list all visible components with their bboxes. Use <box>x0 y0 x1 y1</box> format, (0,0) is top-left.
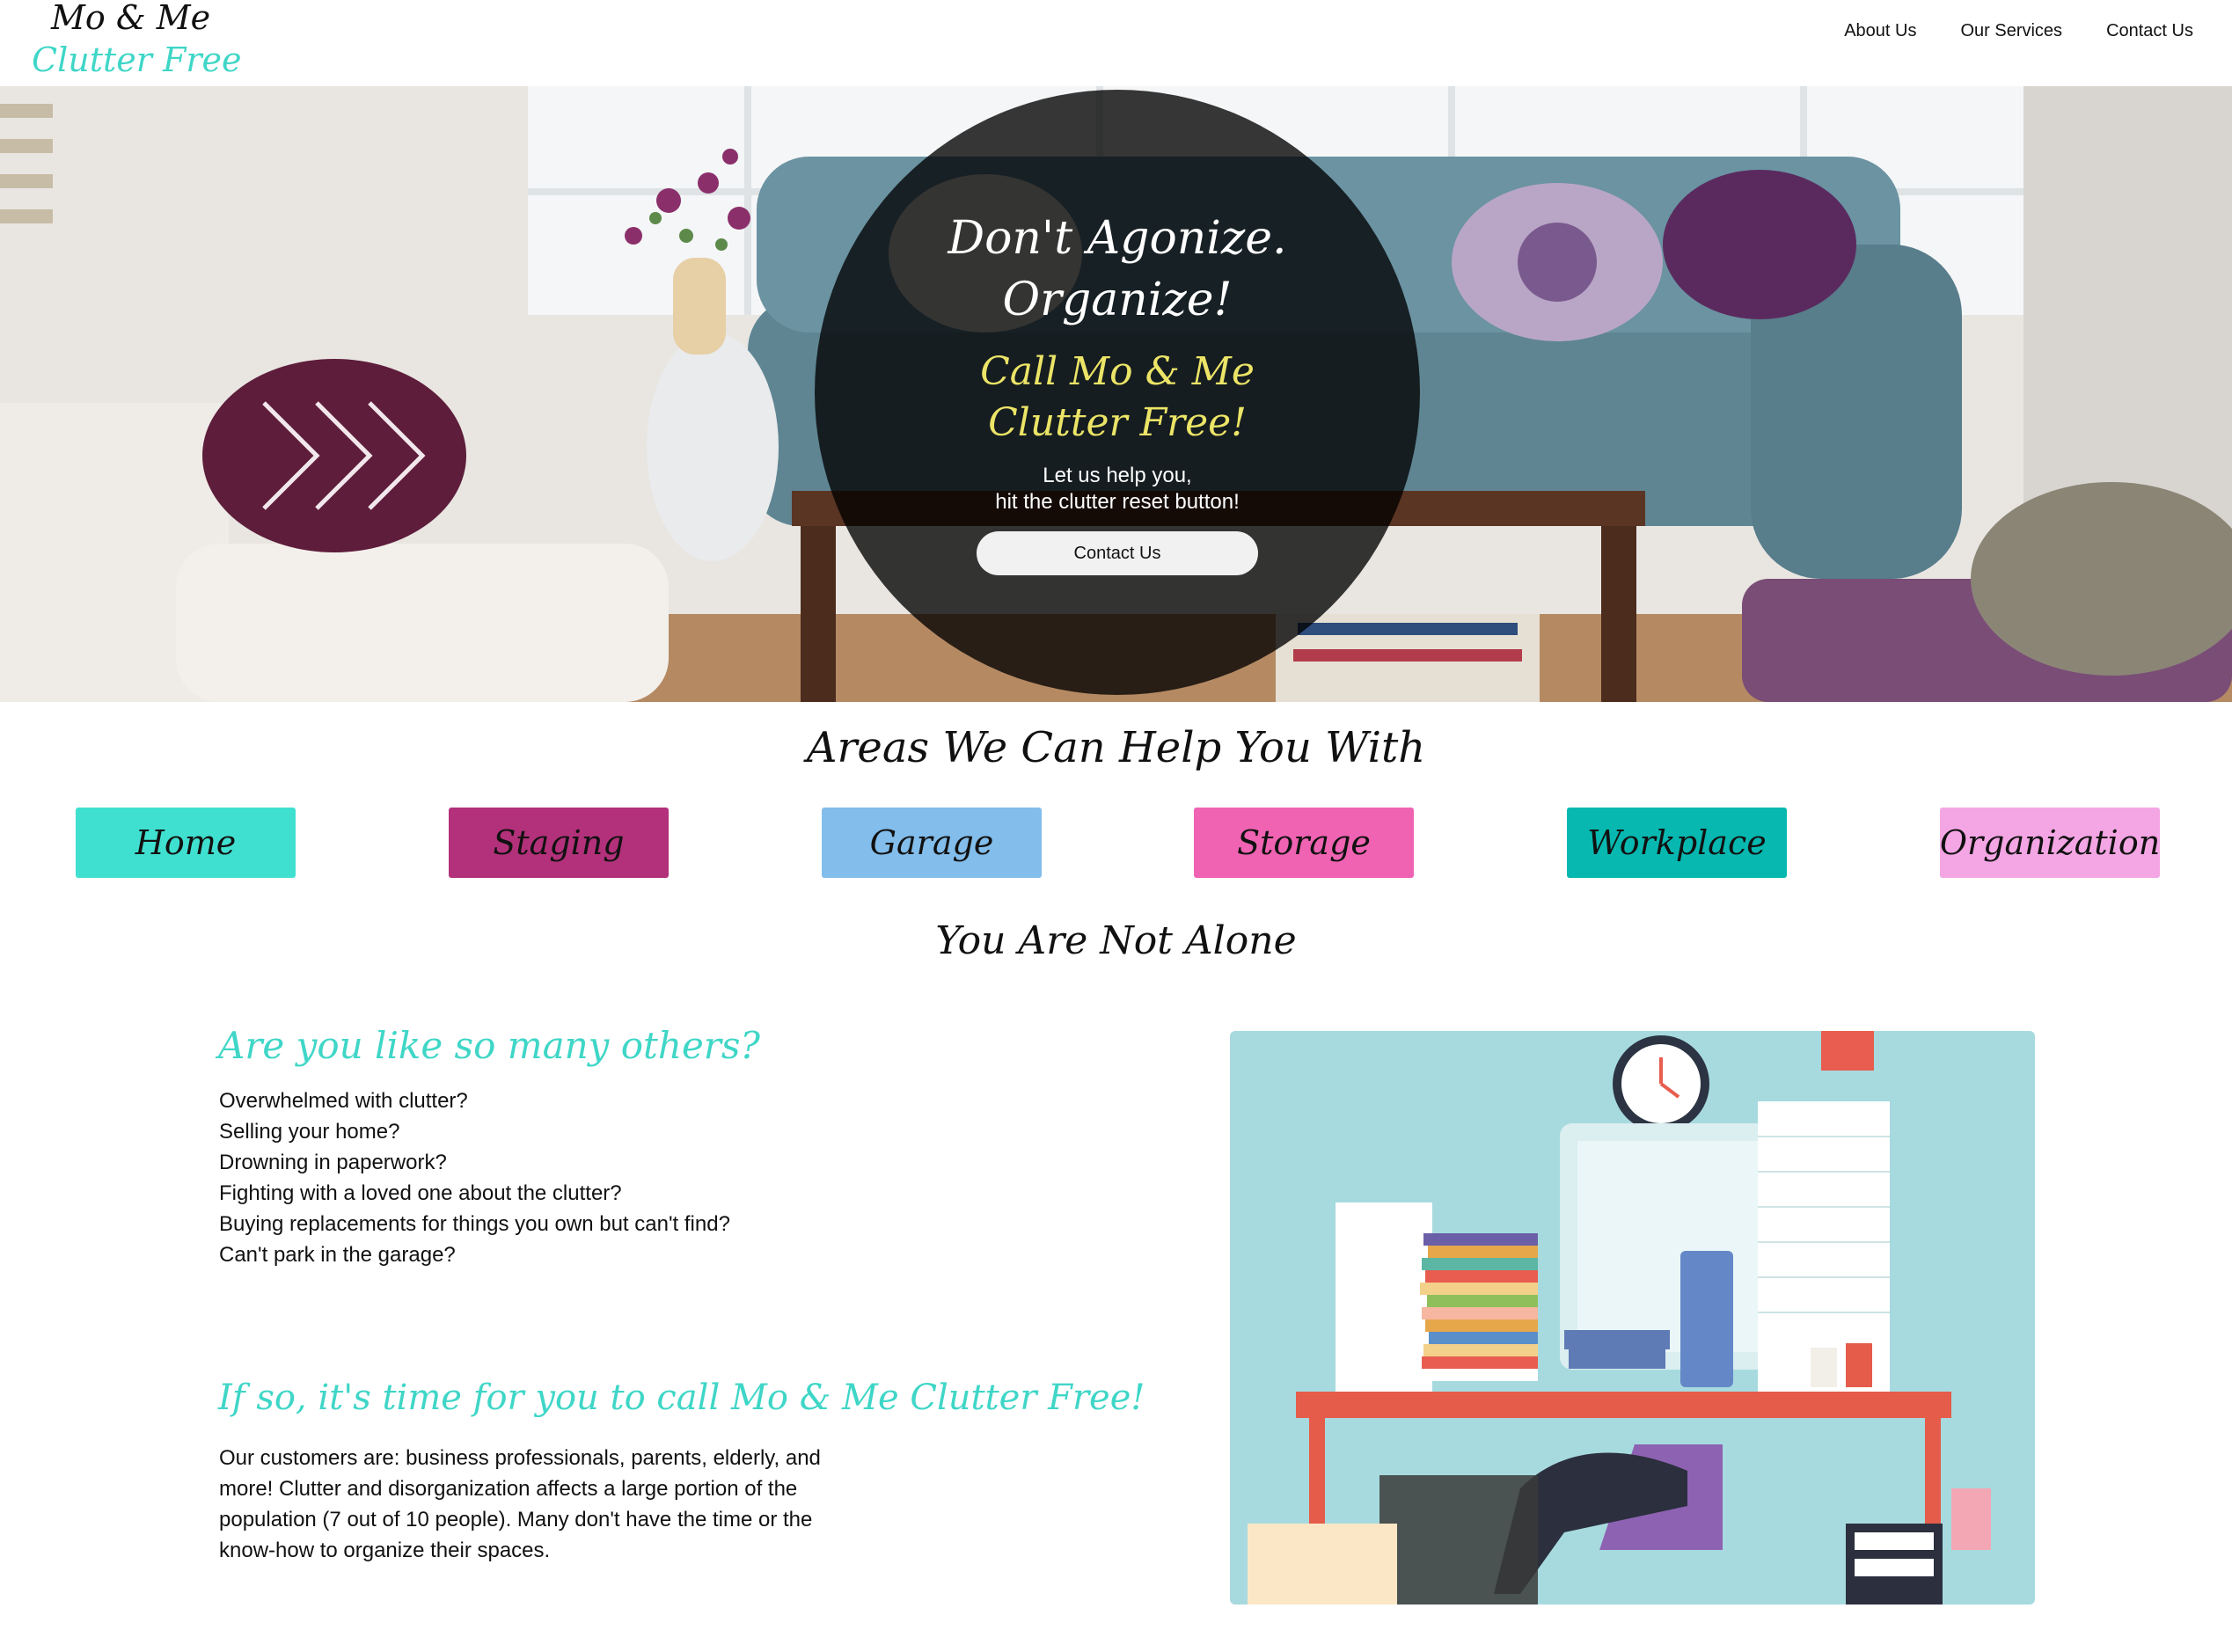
logo-line1[interactable]: Mo & Me <box>51 0 210 37</box>
question-item: Can't park in the garage? <box>219 1243 456 1267</box>
area-button-storage[interactable]: Storage <box>1194 808 1414 878</box>
hero-banner: Don't Agonize. Organize! Call Mo & Me Cl… <box>0 86 2232 702</box>
question-item: Drowning in paperwork? <box>219 1151 447 1174</box>
hero-title-line1: Don't Agonize. <box>948 212 1287 265</box>
nav-our-services[interactable]: Our Services <box>1960 21 2062 41</box>
cluttered-desk-illustration <box>1230 1031 2035 1604</box>
questions-heading: Are you like so many others? <box>218 1024 760 1067</box>
area-button-organization[interactable]: Organization <box>1940 808 2160 878</box>
question-item: Fighting with a loved one about the clut… <box>219 1181 622 1205</box>
areas-title: Areas We Can Help You With <box>806 723 1426 772</box>
cta-heading: If so, it's time for you to call Mo & Me… <box>218 1378 1145 1418</box>
site-header: Mo & Me Clutter Free About Us Our Servic… <box>0 0 2232 86</box>
main-nav: About Us Our Services Contact Us <box>1844 21 2193 41</box>
area-button-garage[interactable]: Garage <box>822 808 1042 878</box>
not-alone-title: You Are Not Alone <box>935 918 1297 963</box>
hero-call-line1: Call Mo & Me <box>980 349 1255 394</box>
question-item: Buying replacements for things you own b… <box>219 1212 730 1236</box>
area-button-workplace[interactable]: Workplace <box>1567 808 1787 878</box>
question-item: Overwhelmed with clutter? <box>219 1089 468 1113</box>
question-item: Selling your home? <box>219 1120 400 1144</box>
hero-subtitle-line2: hit the clutter reset button! <box>995 490 1240 514</box>
area-button-home[interactable]: Home <box>76 808 296 878</box>
questions-list: Overwhelmed with clutter? Selling your h… <box>219 1085 730 1270</box>
hero-title-line2: Organize! <box>1002 274 1233 326</box>
hero-contact-button[interactable]: Contact Us <box>977 531 1258 575</box>
area-button-staging[interactable]: Staging <box>449 808 669 878</box>
nav-about-us[interactable]: About Us <box>1844 21 1916 41</box>
nav-contact-us[interactable]: Contact Us <box>2106 21 2193 41</box>
hero-call-line2: Clutter Free! <box>988 400 1247 445</box>
hero-subtitle-line1: Let us help you, <box>1043 464 1192 487</box>
logo-line2[interactable]: Clutter Free <box>32 40 241 79</box>
cta-paragraph: Our customers are: business professional… <box>219 1446 821 1562</box>
